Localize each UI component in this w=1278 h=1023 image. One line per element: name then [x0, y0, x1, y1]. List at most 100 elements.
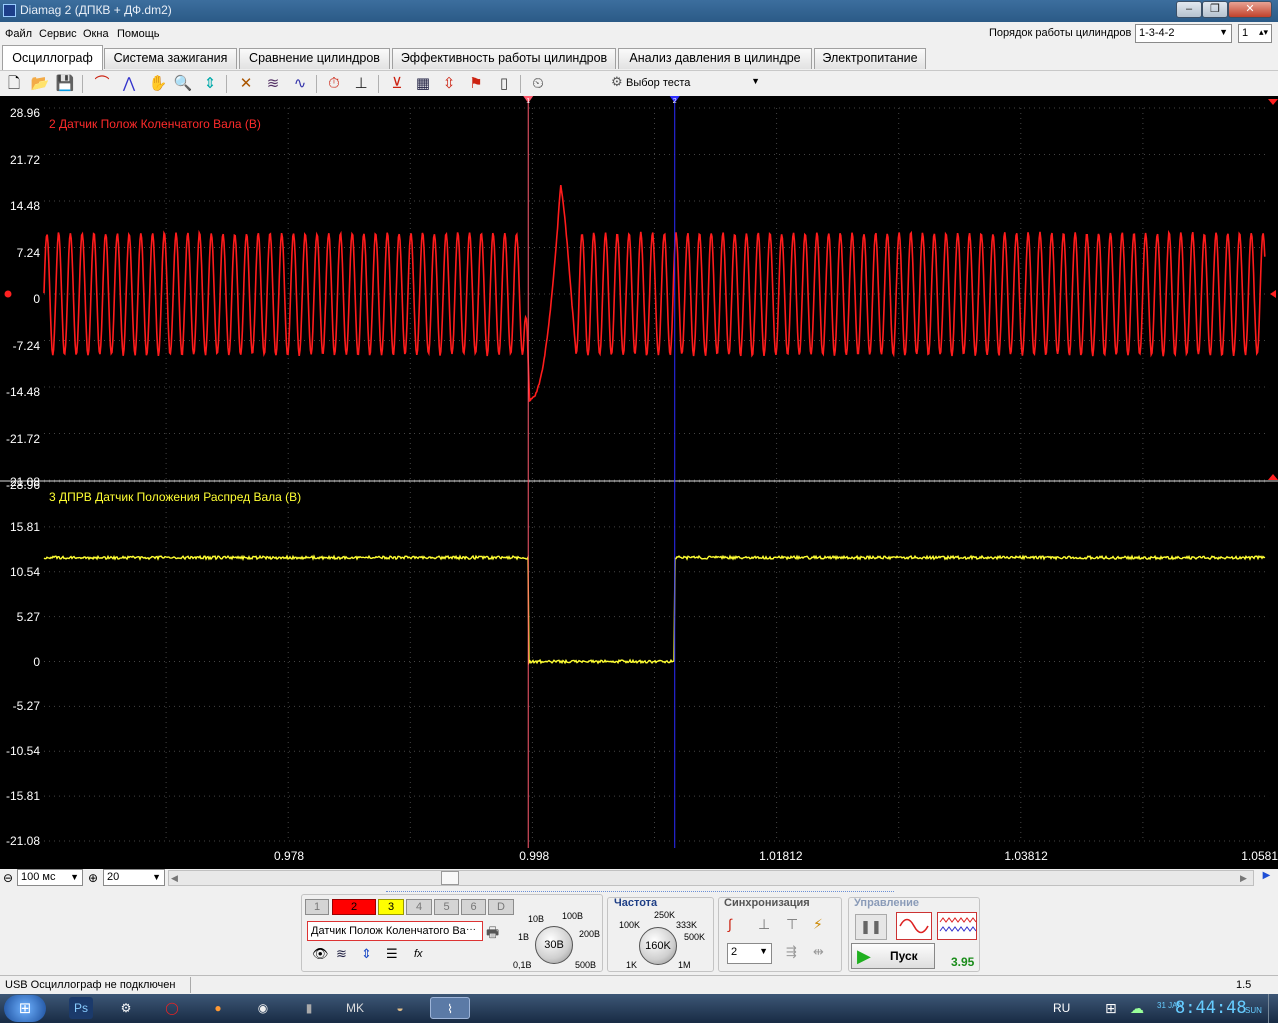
- cylinder-order-select[interactable]: 1-3-4-2 ▼: [1135, 24, 1232, 43]
- status-right-value: 1.5: [1236, 979, 1251, 991]
- test-select-label: Выбор теста: [626, 77, 690, 89]
- zero-icon[interactable]: ⊥: [350, 73, 372, 95]
- app-icon-5[interactable]: ◉: [251, 997, 275, 1019]
- tab-oscilloscope[interactable]: Осциллограф: [2, 45, 103, 70]
- flag-icon[interactable]: ⚑: [465, 73, 487, 95]
- sync-pos-icon[interactable]: ⇹: [813, 944, 824, 960]
- firefox-icon[interactable]: ●: [206, 997, 230, 1019]
- tab-cylinder-pressure[interactable]: Анализ давления в цилиндре: [618, 48, 812, 69]
- y-tick-label: 21.08: [0, 475, 40, 489]
- start-button[interactable]: ▶ Пуск: [851, 943, 935, 969]
- scroll-right-icon[interactable]: ▶: [1240, 873, 1247, 884]
- menu-windows[interactable]: Окна: [83, 28, 109, 40]
- sync-edge-icon[interactable]: ⊥: [758, 916, 770, 933]
- filter-icon[interactable]: ⊻: [386, 73, 408, 95]
- sync-auto-icon[interactable]: ⚡: [813, 916, 823, 933]
- lines-icon[interactable]: ☰: [386, 946, 398, 962]
- eye-icon[interactable]: 👁: [312, 946, 329, 962]
- photoshop-icon[interactable]: Ps: [69, 997, 93, 1019]
- zoom-in-icon[interactable]: ⊕: [88, 871, 98, 885]
- noise-filter-icon[interactable]: ≋: [336, 946, 347, 962]
- table-icon[interactable]: ▦: [412, 73, 434, 95]
- tab-cylinder-compare[interactable]: Сравнение цилиндров: [239, 48, 390, 69]
- new-file-icon[interactable]: 🗋: [3, 73, 25, 95]
- sine-mode-button[interactable]: [896, 912, 932, 940]
- play-forward-icon[interactable]: ▶: [1257, 870, 1276, 886]
- hand-pan-icon[interactable]: ✋: [147, 73, 169, 95]
- measure-icon[interactable]: ⋀: [118, 73, 140, 95]
- invert-icon[interactable]: ⇕: [361, 946, 372, 962]
- multi-wave-button[interactable]: [937, 912, 977, 940]
- channel-button-5[interactable]: 5: [434, 899, 459, 915]
- save-icon[interactable]: 💾: [54, 73, 76, 95]
- tab-power-supply[interactable]: Электропитание: [814, 48, 926, 69]
- app-icon-2[interactable]: ⚙: [114, 997, 138, 1019]
- app-icon-6[interactable]: ▮: [297, 997, 321, 1019]
- y-tick-label: 5.27: [0, 610, 40, 624]
- network-icon[interactable]: ☁: [1130, 1000, 1144, 1017]
- zoom-out-icon[interactable]: ⊖: [3, 871, 13, 885]
- channel-button-D[interactable]: D: [488, 899, 514, 915]
- cursor-zoom-icon[interactable]: ⌒: [91, 73, 113, 95]
- flag-tray-icon[interactable]: ⊞: [1105, 1000, 1117, 1017]
- menu-service[interactable]: Сервис: [39, 28, 77, 40]
- waves-icon[interactable]: ≋: [262, 73, 284, 95]
- mk-icon[interactable]: MK: [343, 997, 367, 1019]
- y-tick-label: 14.48: [0, 199, 40, 213]
- channel-button-2[interactable]: 2: [332, 899, 376, 915]
- time-base-select[interactable]: 100 мс ▼: [17, 869, 83, 886]
- printer-icon[interactable]: 🖶: [486, 922, 499, 946]
- minimize-button[interactable]: –: [1176, 1, 1202, 18]
- zoom-select[interactable]: 20 ▼: [103, 869, 165, 886]
- panel-splitter[interactable]: [386, 886, 894, 892]
- scroll-thumb[interactable]: [441, 871, 459, 885]
- sync-falling-icon[interactable]: ⊤: [786, 916, 798, 933]
- auto-timer-icon[interactable]: ⏲: [527, 73, 549, 95]
- test-select[interactable]: ⚙ Выбор теста ▼: [611, 74, 766, 94]
- channel-button-1[interactable]: 1: [305, 899, 329, 915]
- start-label: Пуск: [890, 944, 918, 968]
- horizontal-scrollbar[interactable]: ◀ ▶: [168, 870, 1254, 886]
- ellipsis-icon[interactable]: ···: [466, 924, 476, 935]
- sync-channel-select[interactable]: 2 ▼: [727, 943, 772, 964]
- cross-icon[interactable]: ✕: [235, 73, 257, 95]
- zoom-icon[interactable]: 🔍: [172, 73, 194, 95]
- channel-name-field[interactable]: Датчик Полож Коленчатого Ва: [307, 921, 483, 941]
- diamag-taskbar-icon[interactable]: ⌇: [430, 997, 470, 1019]
- y-tick-label: -21.08: [0, 834, 40, 848]
- open-folder-icon[interactable]: 📂: [29, 73, 51, 95]
- show-desktop-button[interactable]: [1268, 994, 1278, 1023]
- fit-icon[interactable]: ⇕: [199, 73, 221, 95]
- split-icon[interactable]: ⇳: [438, 73, 460, 95]
- opera-icon[interactable]: ◯: [160, 997, 184, 1019]
- menu-file[interactable]: Файл: [5, 28, 32, 40]
- tab-ignition[interactable]: Система зажигания: [104, 48, 237, 69]
- overlay-icon[interactable]: ∿: [289, 73, 311, 95]
- voltage-knob[interactable]: 30В: [535, 926, 573, 964]
- tray-clock[interactable]: 8:44:48: [1175, 998, 1247, 1018]
- sync-rising-icon[interactable]: ∫: [728, 916, 732, 932]
- sync-level-icon[interactable]: ⇶: [786, 944, 797, 960]
- page-icon[interactable]: ▯: [493, 73, 515, 95]
- channel3-title: 3 ДПРВ Датчик Положения Распред Вала (В): [49, 490, 301, 504]
- channel-button-4[interactable]: 4: [406, 899, 432, 915]
- channel-button-6[interactable]: 6: [461, 899, 486, 915]
- tab-cylinder-efficiency[interactable]: Эффективность работы цилиндров: [392, 48, 616, 69]
- chevron-down-icon: ▼: [759, 946, 768, 956]
- scroll-left-icon[interactable]: ◀: [171, 873, 178, 884]
- pause-button[interactable]: ❚❚: [855, 914, 887, 940]
- function-icon[interactable]: fx: [414, 948, 423, 960]
- maximize-button[interactable]: ❐: [1202, 1, 1228, 18]
- close-button[interactable]: ✕: [1228, 1, 1272, 18]
- app-icon-8[interactable]: ◒: [388, 997, 412, 1019]
- cylinder-spin[interactable]: 1 ▴▾: [1238, 24, 1272, 43]
- bottom-arrow-ch2: [1268, 474, 1278, 480]
- channel-button-3[interactable]: 3: [378, 899, 404, 915]
- menu-help[interactable]: Помощь: [117, 28, 160, 40]
- language-indicator[interactable]: RU: [1053, 1001, 1070, 1015]
- auto-icon[interactable]: ⏱: [323, 73, 345, 95]
- start-menu-icon[interactable]: ⊞: [4, 995, 46, 1022]
- time-base-value: 100 мс: [21, 871, 55, 883]
- oscilloscope-display[interactable]: 12 2 Датчик Полож Коленчатого Вала (В) 3…: [0, 96, 1278, 870]
- frequency-knob[interactable]: 160K: [639, 927, 677, 965]
